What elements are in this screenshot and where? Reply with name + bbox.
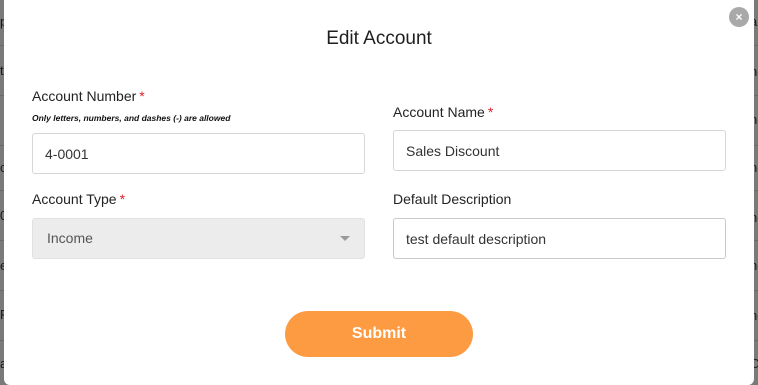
account-type-label: Account Type * — [32, 191, 125, 207]
account-name-label-text: Account Name — [393, 104, 485, 120]
account-number-label-text: Account Number — [32, 88, 137, 104]
account-number-hint: Only letters, numbers, and dashes (-) ar… — [32, 113, 231, 123]
account-type-selected-value: Income — [47, 230, 93, 246]
close-icon: × — [735, 10, 743, 24]
account-type-label-text: Account Type — [32, 191, 117, 207]
account-number-input[interactable] — [32, 133, 365, 174]
chevron-down-icon — [340, 236, 350, 241]
account-number-label: Account Number * — [32, 88, 145, 104]
edit-account-modal: × Edit Account Account Number * Only lett… — [4, 0, 754, 385]
required-mark: * — [487, 104, 494, 120]
required-mark: * — [139, 88, 145, 104]
account-type-select[interactable]: Income — [32, 218, 365, 259]
account-name-input[interactable] — [393, 130, 726, 171]
submit-button[interactable]: Submit — [285, 311, 473, 357]
required-mark: * — [119, 191, 126, 207]
default-description-label: Default Description — [393, 191, 512, 207]
modal-title: Edit Account — [326, 28, 432, 49]
account-name-label: Account Name * — [393, 104, 493, 120]
close-button[interactable]: × — [729, 7, 749, 27]
default-description-input[interactable] — [393, 218, 726, 259]
